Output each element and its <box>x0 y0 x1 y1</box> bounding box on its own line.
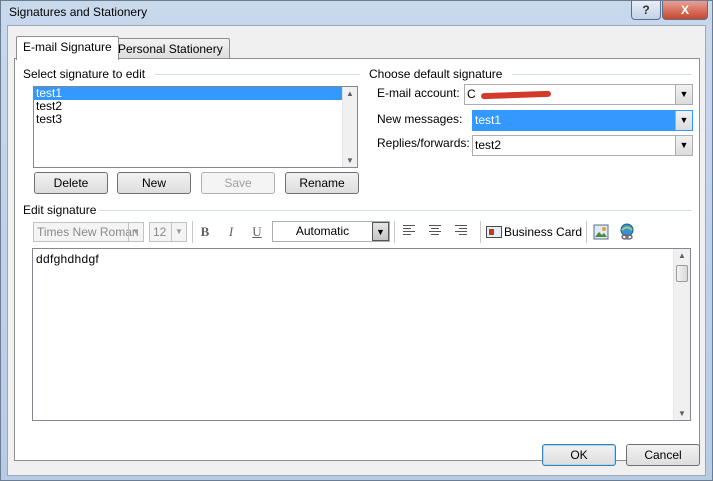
replies-forwards-value: test2 <box>475 138 502 152</box>
list-item[interactable]: test3 <box>34 113 357 126</box>
font-name-select[interactable]: Times New Roman ▼ <box>33 222 144 242</box>
close-button[interactable]: X <box>662 1 708 20</box>
signature-body-text[interactable]: ddfghdhdgf <box>36 252 99 266</box>
font-name-value: Times New Roman <box>37 225 139 239</box>
redaction-mark <box>480 90 552 100</box>
divider <box>99 210 692 211</box>
help-button[interactable]: ? <box>631 1 661 20</box>
bold-button[interactable]: B <box>194 222 216 242</box>
rename-button[interactable]: Rename <box>285 172 359 194</box>
scroll-down-arrow-icon[interactable]: ▼ <box>678 409 686 418</box>
toolbar-separator <box>394 221 395 243</box>
editor-scrollbar[interactable]: ▲ ▼ <box>673 249 690 420</box>
chevron-down-icon[interactable]: ▼ <box>675 136 692 155</box>
scroll-thumb[interactable] <box>676 265 688 282</box>
scroll-down-arrow-icon[interactable]: ▼ <box>346 156 354 165</box>
chevron-down-icon[interactable]: ▼ <box>171 223 186 241</box>
font-size-select[interactable]: 12 ▼ <box>149 222 187 242</box>
dialog-client-area: E-mail Signature Personal Stationery Sel… <box>7 25 706 476</box>
italic-button[interactable]: I <box>220 222 242 242</box>
tab-email-signature[interactable]: E-mail Signature <box>16 36 119 60</box>
replies-forwards-select[interactable]: test2 ▼ <box>472 135 693 156</box>
chevron-down-icon[interactable]: ▼ <box>128 223 143 241</box>
signatures-dialog: Signatures and Stationery ? X E-mail Sig… <box>0 0 713 481</box>
cancel-button[interactable]: Cancel <box>626 444 700 466</box>
toolbar-separator <box>480 221 481 243</box>
select-signature-heading: Select signature to edit <box>23 67 146 81</box>
business-card-label: Business Card <box>504 225 583 239</box>
default-signature-heading: Choose default signature <box>369 67 503 81</box>
font-color-value: Automatic <box>295 224 350 238</box>
chevron-down-icon[interactable]: ▼ <box>675 85 692 104</box>
delete-button[interactable]: Delete <box>34 172 108 194</box>
chevron-down-icon[interactable]: ▼ <box>372 222 389 241</box>
window-title: Signatures and Stationery <box>9 5 148 19</box>
insert-hyperlink-icon[interactable] <box>618 223 636 241</box>
edit-signature-heading: Edit signature <box>23 203 97 217</box>
divider <box>512 74 692 75</box>
divider <box>155 74 360 75</box>
ok-button[interactable]: OK <box>542 444 616 466</box>
new-messages-value: test1 <box>473 111 675 130</box>
tab-personal-stationery[interactable]: Personal Stationery <box>111 38 230 59</box>
signature-list[interactable]: test1 test2 test3 ▲ ▼ <box>33 86 358 168</box>
title-bar[interactable]: Signatures and Stationery ? X <box>1 1 712 25</box>
list-item[interactable]: test1 <box>34 87 357 100</box>
new-messages-select[interactable]: test1 ▼ <box>472 110 693 131</box>
replies-forwards-label: Replies/forwards: <box>377 136 470 150</box>
scroll-up-arrow-icon[interactable]: ▲ <box>346 89 354 98</box>
signature-editor[interactable]: ddfghdhdgf ▲ ▼ <box>32 248 691 421</box>
align-center-icon[interactable] <box>424 222 446 242</box>
signature-list-scrollbar[interactable]: ▲ ▼ <box>342 87 357 167</box>
toolbar-separator <box>192 221 193 243</box>
email-account-value: C <box>467 87 476 101</box>
font-size-value: 12 <box>153 225 167 239</box>
insert-picture-icon[interactable] <box>593 224 609 240</box>
save-button[interactable]: Save <box>201 172 275 194</box>
toolbar-separator <box>586 221 587 243</box>
new-messages-label: New messages: <box>377 112 463 126</box>
email-account-label: E-mail account: <box>377 86 460 100</box>
business-card-button[interactable]: Business Card <box>486 223 582 243</box>
underline-button[interactable]: U <box>246 222 268 242</box>
chevron-down-icon[interactable]: ▼ <box>675 111 692 130</box>
align-left-icon[interactable] <box>398 222 420 242</box>
tab-personal-stationery-label: Personal Stationery <box>118 42 223 56</box>
new-button[interactable]: New <box>117 172 191 194</box>
business-card-icon <box>486 226 502 238</box>
list-item[interactable]: test2 <box>34 100 357 113</box>
tab-email-signature-label: E-mail Signature <box>23 40 112 54</box>
align-right-icon[interactable] <box>450 222 472 242</box>
email-account-select[interactable]: C ▼ <box>464 84 693 105</box>
font-color-select[interactable]: Automatic ▼ <box>272 221 390 242</box>
scroll-up-arrow-icon[interactable]: ▲ <box>678 251 686 260</box>
